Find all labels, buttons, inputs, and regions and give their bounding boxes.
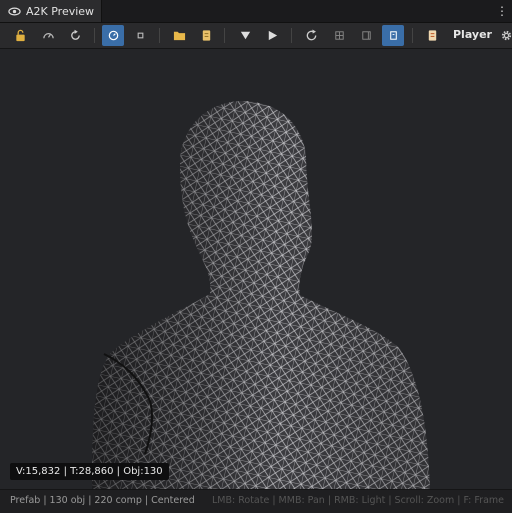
mesh-stats-overlay: V:15,832 | T:28,860 | Obj:130 [10, 463, 169, 480]
status-bar: Prefab | 130 obj | 220 comp | Centered L… [0, 489, 512, 513]
reset-rotation-icon[interactable] [64, 25, 86, 46]
tab-title: A2K Preview [26, 4, 95, 18]
triangle-down-icon[interactable] [234, 25, 256, 46]
prefab-doc-icon[interactable] [421, 25, 443, 46]
frame-icon[interactable] [355, 25, 377, 46]
refresh-icon[interactable] [300, 25, 322, 46]
lock-icon[interactable] [9, 25, 31, 46]
grid-icon[interactable] [328, 25, 350, 46]
toolbar-separator [224, 28, 225, 43]
square-icon[interactable] [129, 25, 151, 46]
player-label[interactable]: Player [453, 28, 492, 41]
toolbar-separator [94, 28, 95, 43]
status-hints: LMB: Rotate | MMB: Pan | RMB: Light | Sc… [211, 495, 504, 506]
document-icon[interactable] [195, 25, 217, 46]
toolbar-separator [159, 28, 160, 43]
tab-bar: A2K Preview ⋮ [0, 0, 512, 23]
speed-icon[interactable] [102, 25, 124, 46]
gauge-icon[interactable] [37, 25, 59, 46]
status-summary: Prefab | 130 obj | 220 comp | Centered [10, 495, 195, 506]
folder-icon[interactable] [168, 25, 190, 46]
scene-viewport[interactable]: V:15,832 | T:28,860 | Obj:130 [0, 49, 512, 489]
panel-icon[interactable] [382, 25, 404, 46]
toolbar-separator [291, 28, 292, 43]
play-icon[interactable] [261, 25, 283, 46]
more-options-icon[interactable]: ⋮ [496, 3, 508, 19]
tab-a2k-preview[interactable]: A2K Preview [0, 0, 102, 22]
eye-icon [8, 5, 21, 18]
toolbar-separator [412, 28, 413, 43]
wireframe-figure [92, 101, 430, 489]
gear-icon[interactable] [495, 25, 512, 46]
toolbar [0, 23, 512, 49]
